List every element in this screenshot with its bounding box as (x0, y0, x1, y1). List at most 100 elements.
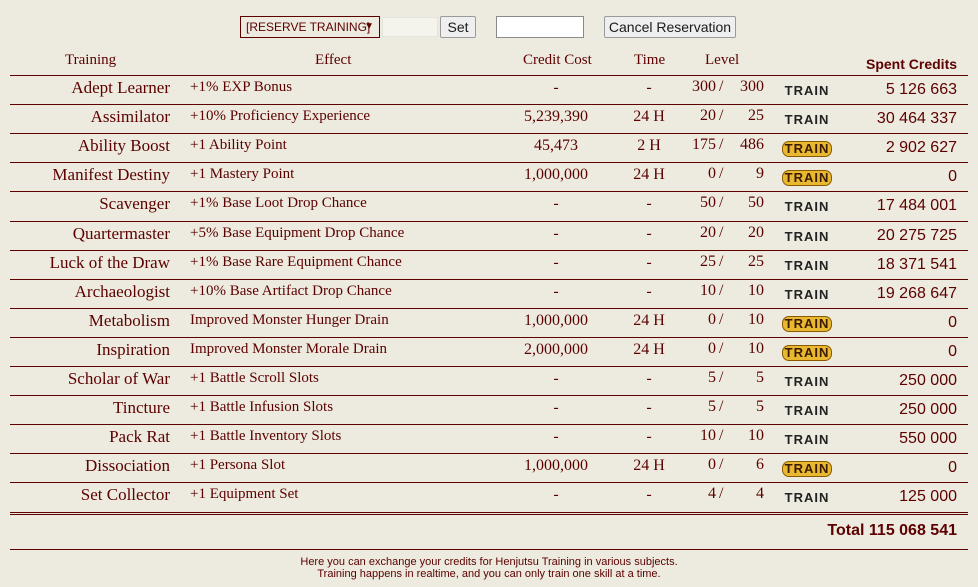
table-row: Scholar of War +1 Battle Scroll Slots - -5/… (0, 367, 978, 396)
reserve-training-select[interactable]: [RESERVE TRAINING] ▼ (240, 16, 380, 38)
credit-cost: - (553, 283, 559, 300)
set-button[interactable]: Set (440, 16, 476, 38)
credit-cost: 45,473 (534, 137, 578, 154)
total-spent-credits: Total 115 068 541 (827, 522, 957, 539)
credit-cost: - (553, 195, 559, 212)
spent-credits: 250 000 (899, 372, 957, 389)
training-name: Ability Boost (77, 136, 170, 155)
credit-cost: 5,239,390 (524, 108, 588, 125)
train-button[interactable]: TRAIN (782, 461, 832, 477)
train-button[interactable]: TRAIN (782, 141, 832, 157)
training-name: Pack Rat (109, 427, 170, 446)
train-button[interactable]: TRAIN (782, 84, 832, 98)
max-level: 10 (748, 427, 764, 444)
train-button[interactable]: TRAIN (782, 288, 832, 302)
training-time: 2 H (637, 137, 661, 154)
training-time: - (646, 486, 652, 503)
train-button[interactable]: TRAIN (782, 375, 832, 389)
spent-credits: 0 (948, 168, 957, 185)
train-button[interactable]: TRAIN (782, 404, 832, 418)
training-effect: +1% EXP Bonus (190, 79, 293, 95)
train-button[interactable]: TRAIN (782, 200, 832, 214)
spent-credits: 30 464 337 (876, 110, 957, 127)
train-button[interactable]: TRAIN (782, 491, 832, 505)
training-effect: Improved Monster Morale Drain (190, 341, 388, 357)
spent-credits: 550 000 (899, 430, 957, 447)
credit-cost: - (553, 486, 559, 503)
header-spent-credits: Spent Credits (866, 56, 958, 72)
spent-credits: 17 484 001 (876, 197, 957, 214)
credit-cost: - (553, 79, 559, 96)
training-time: - (646, 370, 652, 387)
reservation-bar: [RESERVE TRAINING] ▼ Set Cancel Reservat… (0, 15, 978, 39)
table-row: Luck of the Draw +1% Base Rare Equipment … (0, 251, 978, 280)
training-time: 24 H (633, 341, 665, 358)
train-button[interactable]: TRAIN (782, 230, 832, 244)
training-effect: +5% Base Equipment Drop Chance (190, 225, 405, 241)
training-effect: +1 Battle Inventory Slots (190, 428, 342, 444)
training-name: Archaeologist (74, 282, 170, 301)
level-separator: / (719, 369, 724, 386)
table-row: Assimilator +10% Proficiency Experience 5,… (0, 105, 978, 134)
table-row: Tincture +1 Battle Infusion Slots - -5/5 TRA… (0, 396, 978, 425)
training-name: Quartermaster (72, 224, 170, 243)
training-name: Dissociation (85, 456, 170, 475)
training-effect: +1% Base Loot Drop Chance (190, 195, 367, 211)
level-separator: / (719, 311, 724, 328)
current-level: 0 (708, 311, 716, 328)
table-row: Quartermaster +5% Base Equipment Drop Cha… (0, 222, 978, 251)
current-level: 20 (700, 224, 716, 241)
training-effect: +1% Base Rare Equipment Chance (190, 254, 402, 270)
current-level: 10 (700, 427, 716, 444)
train-button[interactable]: TRAIN (782, 345, 832, 361)
level-separator: / (719, 136, 724, 153)
training-time: - (646, 195, 652, 212)
training-effect: Improved Monster Hunger Drain (190, 312, 389, 328)
training-name: Assimilator (90, 107, 170, 126)
level-separator: / (719, 107, 724, 124)
train-button[interactable]: TRAIN (782, 316, 832, 332)
max-level: 5 (756, 398, 764, 415)
spent-credits: 5 126 663 (885, 81, 957, 98)
max-level: 10 (748, 282, 764, 299)
current-level: 0 (708, 165, 716, 182)
current-level: 4 (708, 485, 716, 502)
training-effect: +1 Persona Slot (190, 457, 286, 473)
cancel-reservation-input[interactable] (496, 16, 584, 38)
training-name: Set Collector (80, 485, 170, 504)
max-level: 25 (748, 107, 764, 124)
training-time: 24 H (633, 312, 665, 329)
footer-info: Here you can exchange your credits for H… (0, 556, 978, 580)
spent-credits: 125 000 (899, 488, 957, 505)
spent-credits: 250 000 (899, 401, 957, 418)
max-level: 486 (740, 136, 764, 153)
reserve-level-input[interactable] (382, 17, 438, 37)
current-level: 5 (708, 369, 716, 386)
table-row: Ability Boost +1 Ability Point 45,473 2 H 17… (0, 134, 978, 163)
training-name: Scholar of War (67, 369, 170, 388)
train-button[interactable]: TRAIN (782, 170, 832, 186)
cancel-reservation-button[interactable]: Cancel Reservation (604, 16, 736, 38)
footer-line-1: Here you can exchange your credits for H… (300, 556, 678, 568)
spent-credits: 0 (948, 459, 957, 476)
table-row: Manifest Destiny +1 Mastery Point 1,000,00… (0, 163, 978, 192)
training-effect: +1 Battle Scroll Slots (190, 370, 319, 386)
max-level: 6 (756, 456, 764, 473)
table-row: Scavenger +1% Base Loot Drop Chance - -50/5… (0, 192, 978, 221)
credit-cost: 1,000,000 (524, 312, 588, 329)
max-level: 10 (748, 340, 764, 357)
table-header: Training Effect Credit Cost Time Level S… (0, 50, 978, 76)
train-button[interactable]: TRAIN (782, 113, 832, 127)
training-time: - (646, 225, 652, 242)
train-button[interactable]: TRAIN (782, 259, 832, 273)
level-separator: / (719, 427, 724, 444)
current-level: 175 (692, 136, 716, 153)
spent-credits: 0 (948, 343, 957, 360)
credit-cost: - (553, 225, 559, 242)
header-training: Training (65, 52, 117, 68)
train-button[interactable]: TRAIN (782, 433, 832, 447)
reserve-training-select-value: [RESERVE TRAINING] (246, 20, 371, 34)
level-separator: / (719, 224, 724, 241)
chevron-down-icon: ▼ (364, 21, 374, 32)
training-name: Metabolism (88, 311, 170, 330)
